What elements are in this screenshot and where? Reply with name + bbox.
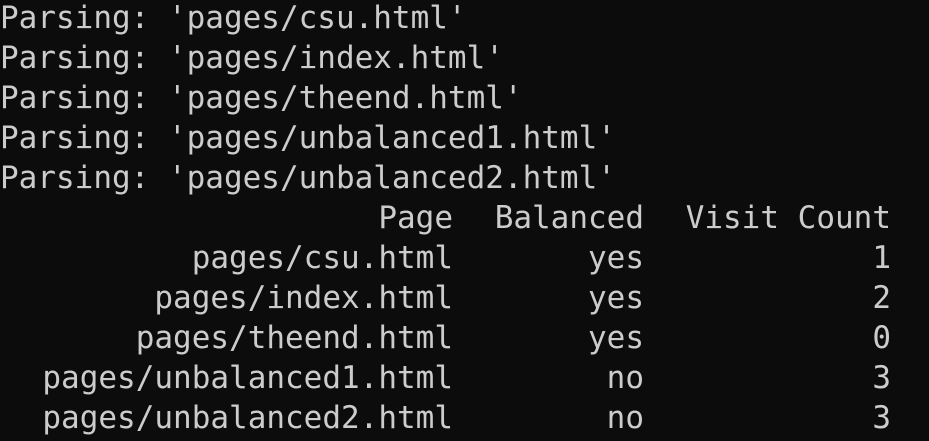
page-cell: pages/unbalanced2.html xyxy=(42,400,453,436)
balanced-cell: no xyxy=(606,360,644,396)
parse-log-line: Parsing: 'pages/unbalanced1.html' xyxy=(0,120,616,156)
balanced-cell: no xyxy=(606,400,644,436)
page-cell: pages/unbalanced1.html xyxy=(42,360,453,396)
balanced-cell: yes xyxy=(588,280,644,316)
terminal-window[interactable]: Parsing: 'pages/csu.html' Parsing: 'page… xyxy=(0,0,929,441)
page-cell: pages/csu.html xyxy=(191,240,453,276)
page-cell: pages/theend.html xyxy=(135,320,453,356)
visit-count-cell: 1 xyxy=(872,240,891,276)
parse-log-line: Parsing: 'pages/theend.html' xyxy=(0,80,523,116)
column-header-balanced: Balanced xyxy=(494,200,644,236)
column-header-visit-count: Visit Count xyxy=(685,200,891,236)
visit-count-cell: 3 xyxy=(872,360,891,396)
column-header-page: Page xyxy=(378,200,453,236)
visit-count-cell: 2 xyxy=(872,280,891,316)
parse-log-line: Parsing: 'pages/unbalanced2.html' xyxy=(0,160,616,196)
parse-log-line: Parsing: 'pages/index.html' xyxy=(0,40,504,76)
visit-count-cell: 0 xyxy=(872,320,891,356)
balanced-cell: yes xyxy=(588,320,644,356)
page-cell: pages/index.html xyxy=(154,280,453,316)
visit-count-cell: 3 xyxy=(872,400,891,436)
parse-log-line: Parsing: 'pages/csu.html' xyxy=(0,0,467,36)
balanced-cell: yes xyxy=(588,240,644,276)
